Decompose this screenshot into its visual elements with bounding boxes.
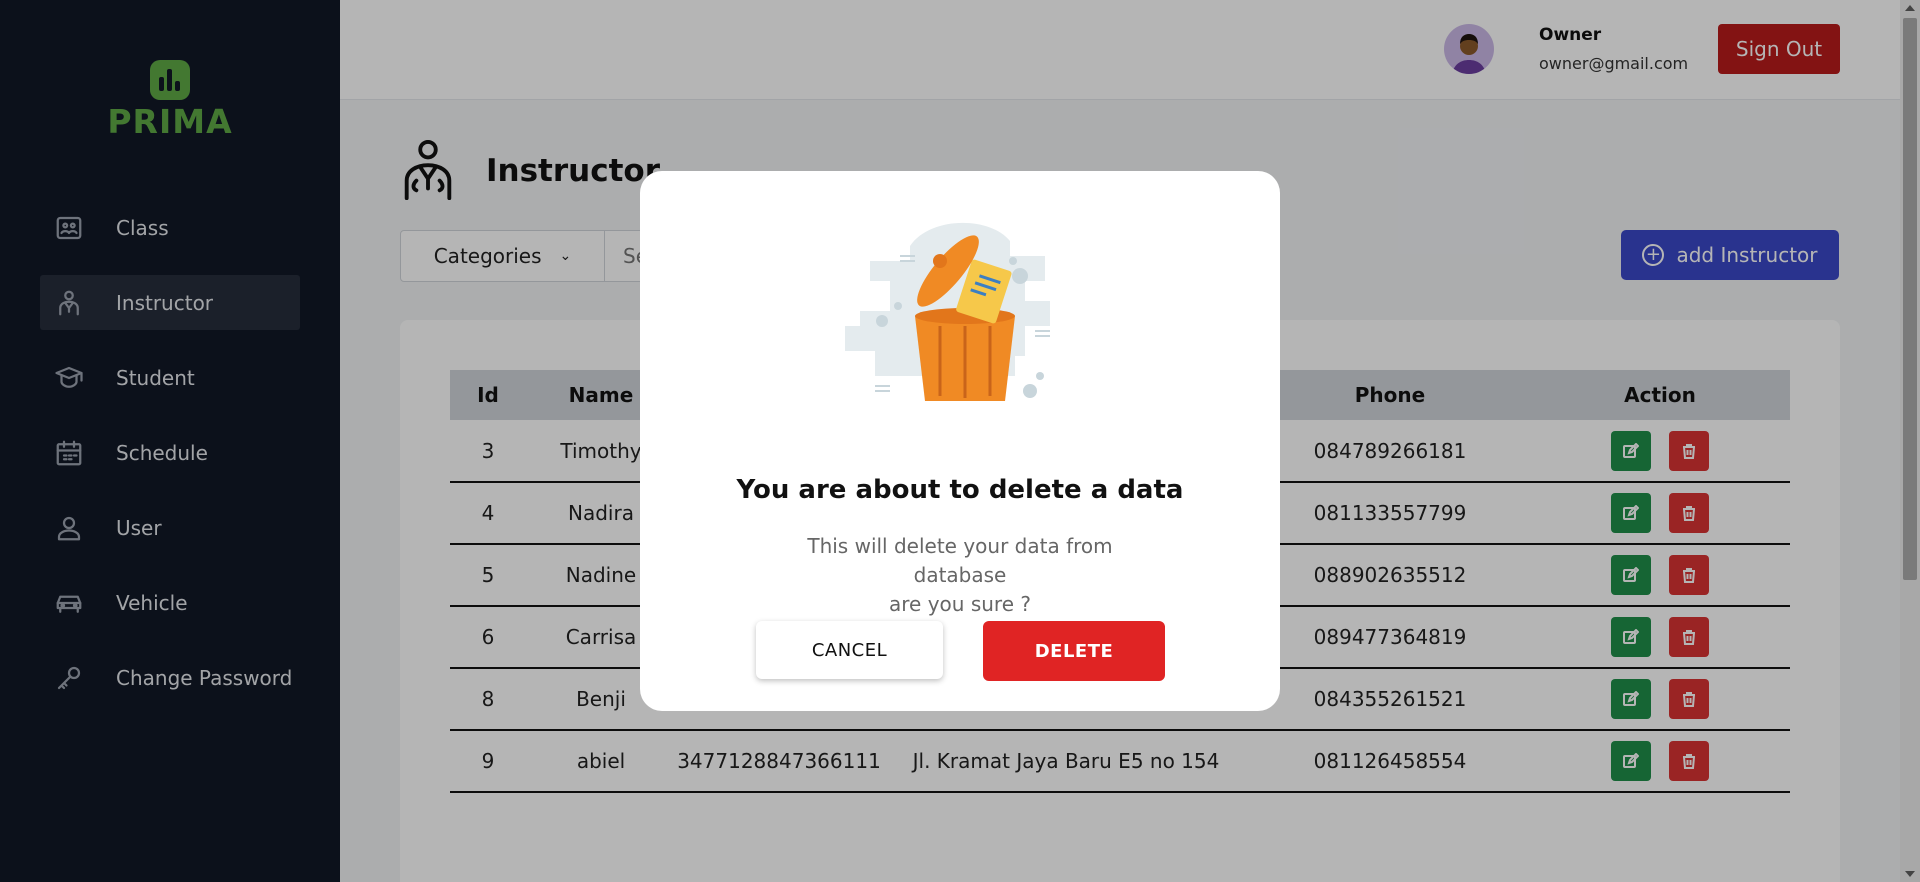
modal-title: You are about to delete a data [736,475,1184,505]
modal-message-line: are you sure ? [889,592,1031,616]
cancel-button[interactable]: CANCEL [756,621,943,679]
delete-confirm-modal: You are about to delete a data This will… [640,171,1280,711]
modal-message: This will delete your data from database… [760,532,1160,619]
delete-button[interactable]: DELETE [983,621,1165,681]
scroll-up-arrow-icon[interactable] [1905,5,1915,11]
scroll-thumb[interactable] [1903,18,1917,580]
trash-can-illustration [845,222,1050,401]
page-scrollbar[interactable] [1900,0,1920,882]
scroll-down-arrow-icon[interactable] [1905,871,1915,877]
modal-message-line: This will delete your data from database [807,534,1113,587]
